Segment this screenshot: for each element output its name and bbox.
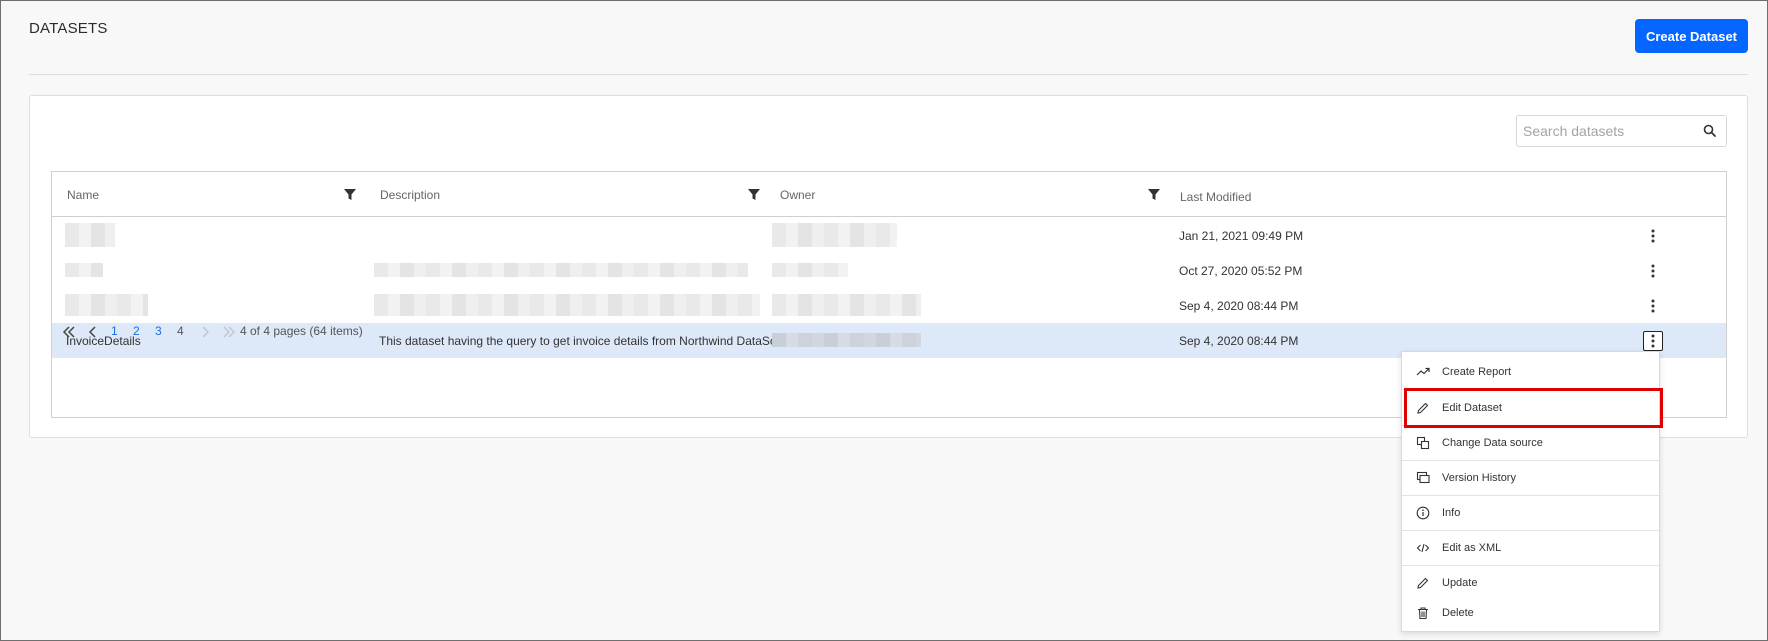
menu-item-info[interactable]: Info bbox=[1402, 495, 1659, 530]
table-row[interactable]: Oct 27, 2020 05:52 PM bbox=[52, 253, 1726, 288]
previous-page-icon[interactable] bbox=[86, 325, 100, 339]
trending-up-icon bbox=[1416, 367, 1430, 376]
last-modified-cell: Jan 21, 2021 09:49 PM bbox=[1179, 228, 1304, 243]
column-header-last-modified[interactable]: Last Modified bbox=[1180, 174, 1251, 219]
column-header-description[interactable]: Description bbox=[380, 172, 440, 217]
filter-icon[interactable] bbox=[748, 189, 760, 201]
filter-icon[interactable] bbox=[1148, 189, 1160, 201]
header-divider bbox=[29, 74, 1748, 75]
filter-icon[interactable] bbox=[344, 189, 356, 201]
last-page-icon[interactable] bbox=[222, 325, 236, 339]
menu-item-edit-as-xml[interactable]: Edit as XML bbox=[1402, 530, 1659, 565]
last-modified-cell: Oct 27, 2020 05:52 PM bbox=[1179, 263, 1303, 278]
menu-item-change-data-source[interactable]: Change Data source bbox=[1402, 425, 1659, 460]
version-history-icon bbox=[1416, 471, 1430, 484]
menu-item-version-history[interactable]: Version History bbox=[1402, 460, 1659, 495]
first-page-icon[interactable] bbox=[62, 325, 76, 339]
menu-item-create-report[interactable]: Create Report bbox=[1402, 354, 1659, 389]
pencil-icon bbox=[1417, 402, 1429, 414]
redacted-name bbox=[65, 263, 103, 277]
redacted-owner bbox=[772, 263, 848, 277]
page-title: DATASETS bbox=[29, 20, 108, 37]
redacted-owner bbox=[772, 294, 921, 316]
column-header-name[interactable]: Name bbox=[67, 172, 99, 217]
info-icon bbox=[1416, 506, 1430, 520]
menu-item-edit-dataset[interactable]: Edit Dataset bbox=[1402, 390, 1659, 425]
row-menu-button[interactable] bbox=[1643, 226, 1663, 246]
search-icon[interactable] bbox=[1702, 123, 1718, 139]
page-link-1[interactable]: 1 bbox=[111, 324, 118, 338]
row-menu-button[interactable] bbox=[1643, 296, 1663, 316]
pager-summary: 4 of 4 pages (64 items) bbox=[240, 324, 363, 338]
more-vertical-icon bbox=[1651, 299, 1655, 313]
search-input[interactable] bbox=[1523, 116, 1698, 146]
row-menu-button[interactable] bbox=[1643, 261, 1663, 281]
redacted-description bbox=[374, 263, 748, 277]
page-link-2[interactable]: 2 bbox=[133, 324, 140, 338]
page-current-4[interactable]: 4 bbox=[177, 324, 184, 338]
more-vertical-icon bbox=[1651, 229, 1655, 243]
copy-icon bbox=[1416, 436, 1430, 450]
column-header-owner[interactable]: Owner bbox=[780, 172, 815, 217]
table-row[interactable]: Jan 21, 2021 09:49 PM bbox=[52, 218, 1726, 253]
search-box bbox=[1516, 115, 1727, 147]
dataset-context-menu: Create Report Edit Dataset Change Data s… bbox=[1401, 351, 1660, 632]
redacted-name bbox=[65, 294, 148, 316]
code-icon bbox=[1416, 543, 1430, 553]
next-page-icon[interactable] bbox=[198, 325, 212, 339]
menu-item-delete[interactable]: Delete bbox=[1402, 595, 1659, 630]
create-dataset-button[interactable]: Create Dataset bbox=[1635, 19, 1748, 53]
grid-header: Name Description Owner Last Modified bbox=[52, 172, 1726, 217]
pencil-icon bbox=[1417, 577, 1429, 589]
redacted-description bbox=[374, 294, 760, 316]
trash-icon bbox=[1418, 607, 1428, 620]
more-vertical-icon bbox=[1651, 264, 1655, 278]
pager: 1 2 3 4 4 of 4 pages (64 items) bbox=[52, 314, 1726, 349]
redacted-name bbox=[65, 223, 115, 247]
page-link-3[interactable]: 3 bbox=[155, 324, 162, 338]
redacted-owner bbox=[772, 223, 897, 247]
